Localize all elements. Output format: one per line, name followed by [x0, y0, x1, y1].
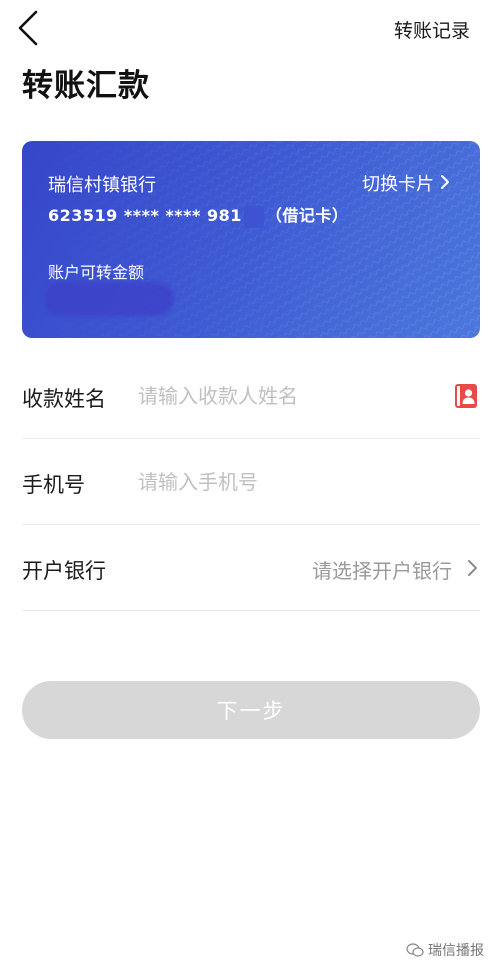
- phone-row: 手机号: [22, 439, 480, 525]
- payee-name-label: 收款姓名: [22, 387, 106, 411]
- card-number: 623519 **** **** 981 （借记卡）: [48, 202, 348, 228]
- balance-redaction: [44, 282, 174, 316]
- switch-card-label: 切换卡片: [362, 174, 434, 195]
- phone-input[interactable]: [138, 465, 438, 499]
- payee-name-input[interactable]: [138, 379, 438, 413]
- phone-label: 手机号: [22, 473, 85, 497]
- chevron-right-icon: [441, 175, 449, 189]
- watermark-text: 瑞信播报: [428, 943, 484, 959]
- bank-select-row[interactable]: 开户银行 请选择开户银行: [22, 525, 480, 611]
- payee-name-row: 收款姓名: [22, 353, 480, 439]
- bank-select-value[interactable]: 请选择开户银行: [312, 555, 452, 584]
- switch-card-button[interactable]: 切换卡片: [362, 170, 450, 196]
- card-type: （借记卡）: [265, 206, 349, 225]
- page-title: 转账汇款: [22, 68, 150, 104]
- bank-card: 瑞信村镇银行 切换卡片 623519 **** **** 981 （借记卡） 账户…: [22, 141, 480, 338]
- transfer-records-link[interactable]: 转账记录: [394, 16, 470, 43]
- chevron-left-icon[interactable]: [14, 8, 44, 48]
- bank-name: 瑞信村镇银行: [48, 175, 156, 196]
- card-number-redaction: [243, 205, 264, 228]
- contact-book-icon[interactable]: [454, 383, 478, 409]
- chevron-right-icon[interactable]: [466, 558, 478, 578]
- wechat-icon: [406, 943, 424, 957]
- bank-select-label: 开户银行: [22, 559, 106, 583]
- transfer-page: 转账记录 转账汇款 瑞信村镇银行 切换卡片 623519 **** **** 9…: [0, 0, 500, 974]
- balance-label: 账户可转金额: [48, 263, 145, 282]
- watermark: 瑞信播报: [406, 940, 484, 960]
- nav-bar: 转账记录: [0, 0, 500, 56]
- next-step-button[interactable]: 下一步: [22, 681, 480, 739]
- card-number-text: 623519 **** **** 981: [48, 206, 242, 225]
